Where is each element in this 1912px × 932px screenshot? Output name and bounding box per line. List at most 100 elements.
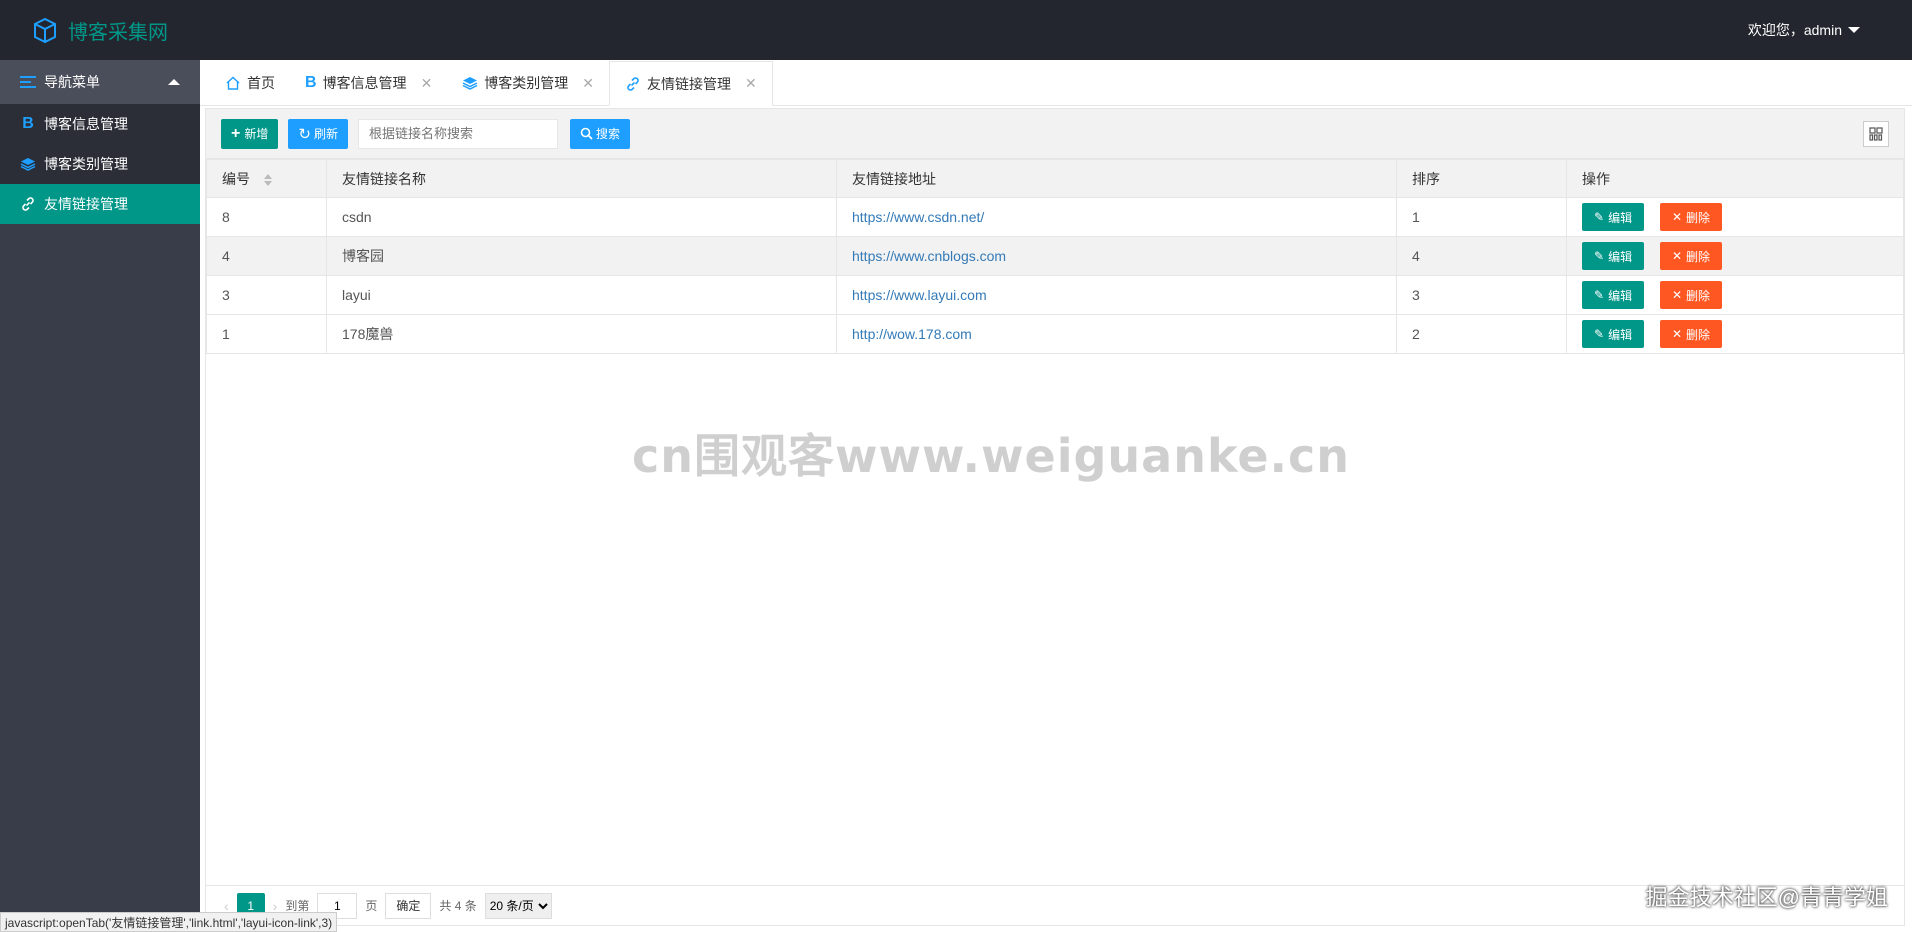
table-row: 3 layui https://www.layui.com 3 ✎ 编辑 ✕ 删除 (206, 275, 1904, 315)
edit-button-label: 编辑 (1608, 210, 1633, 225)
refresh-button-label: 刷新 (313, 127, 338, 141)
tab-label: 首页 (247, 75, 275, 91)
sidebar-item-label: 博客信息管理 (44, 116, 128, 132)
caret-up-icon (168, 79, 180, 85)
column-header-url: 友情链接地址 (836, 159, 1397, 198)
cell-id: 3 (206, 275, 327, 315)
menu-icon (20, 75, 36, 89)
welcome-text: 欢迎您，admin (1747, 22, 1842, 38)
tab-label: 友情链接管理 (647, 75, 732, 92)
close-icon: ✕ (1671, 210, 1683, 224)
pencil-icon: ✎ (1594, 249, 1605, 263)
close-icon: ✕ (1671, 288, 1683, 302)
page-unit-label: 页 (365, 899, 378, 913)
user-menu[interactable]: 欢迎您，admin (1748, 20, 1860, 40)
close-icon: ✕ (1671, 249, 1683, 263)
tab-friend-links[interactable]: 友情链接管理 ✕ (609, 61, 773, 106)
add-button[interactable]: + 新增 (221, 118, 279, 149)
sidebar: 导航菜单 B 博客信息管理 博客类别管理 友情链接管理 (0, 60, 200, 932)
close-icon: ✕ (1671, 327, 1683, 341)
tab-bar: 首页 B 博客信息管理 ✕ 博客类别管理 ✕ 友情链接管理 ✕ (200, 60, 1912, 106)
column-header-actions: 操作 (1566, 159, 1904, 198)
url-link[interactable]: https://www.cnblogs.com (852, 248, 1006, 264)
layers-icon (462, 76, 478, 90)
search-input[interactable] (357, 118, 558, 149)
link-icon (625, 76, 641, 92)
b-letter-icon: B (22, 115, 34, 132)
tab-blog-info[interactable]: B 博客信息管理 ✕ (290, 61, 447, 105)
edit-button[interactable]: ✎ 编辑 (1582, 281, 1645, 309)
edit-button[interactable]: ✎ 编辑 (1582, 203, 1645, 231)
tab-home[interactable]: 首页 (210, 61, 290, 105)
caret-down-icon (1848, 27, 1860, 33)
cell-order: 1 (1396, 197, 1567, 237)
sidebar-item-blog-info[interactable]: B 博客信息管理 (0, 104, 200, 144)
cell-id: 8 (206, 197, 327, 237)
column-header-label: 编号 (222, 170, 250, 187)
sidebar-item-blog-category[interactable]: 博客类别管理 (0, 144, 200, 184)
page-size-select[interactable]: 20 条/页 (484, 892, 552, 919)
delete-button-label: 删除 (1686, 210, 1711, 225)
tab-label: 博客信息管理 (322, 75, 407, 91)
content-panel: + 新增 ↻ 刷新 搜索 编号 (205, 108, 1905, 926)
sidebar-head-label: 导航菜单 (44, 74, 100, 90)
close-icon[interactable]: ✕ (582, 75, 594, 92)
total-count: 共 4 条 (439, 899, 477, 913)
url-link[interactable]: http://wow.178.com (852, 326, 972, 342)
cell-actions: ✎ 编辑 ✕ 删除 (1566, 275, 1904, 315)
url-link[interactable]: https://www.layui.com (852, 287, 987, 303)
cell-url: http://wow.178.com (836, 314, 1397, 354)
sidebar-item-label: 友情链接管理 (44, 196, 128, 212)
tab-blog-category[interactable]: 博客类别管理 ✕ (447, 61, 609, 105)
logo[interactable]: 博客采集网 (0, 15, 200, 45)
delete-button[interactable]: ✕ 删除 (1659, 320, 1723, 348)
pencil-icon: ✎ (1594, 327, 1605, 341)
close-icon[interactable]: ✕ (745, 75, 757, 92)
url-link[interactable]: https://www.csdn.net/ (852, 209, 984, 225)
edit-button[interactable]: ✎ 编辑 (1582, 242, 1645, 270)
watermark: cn围观客www.weiguanke.cn (632, 429, 1351, 483)
delete-button-label: 删除 (1686, 327, 1711, 342)
sidebar-item-label: 博客类别管理 (44, 156, 128, 172)
table-row: 4 博客园 https://www.cnblogs.com 4 ✎ 编辑 ✕ 删除 (206, 236, 1904, 276)
sidebar-nav-header[interactable]: 导航菜单 (0, 60, 200, 104)
edit-button[interactable]: ✎ 编辑 (1582, 320, 1645, 348)
toolbar: + 新增 ↻ 刷新 搜索 (206, 109, 1904, 159)
column-header-id[interactable]: 编号 (206, 159, 327, 198)
cell-id: 4 (206, 236, 327, 276)
links-table: 编号 友情链接名称 友情链接地址 排序 操作 8 csdn https://ww… (206, 159, 1904, 354)
refresh-icon: ↻ (298, 125, 311, 143)
cell-order: 3 (1396, 275, 1567, 315)
cell-url: https://www.cnblogs.com (836, 236, 1397, 276)
search-icon (580, 127, 593, 140)
pencil-icon: ✎ (1594, 210, 1605, 224)
cell-url: https://www.layui.com (836, 275, 1397, 315)
columns-toggle-icon[interactable] (1863, 120, 1889, 147)
home-icon (225, 76, 241, 90)
pencil-icon: ✎ (1594, 288, 1605, 302)
sort-icon[interactable] (263, 173, 272, 186)
cell-actions: ✎ 编辑 ✕ 删除 (1566, 197, 1904, 237)
cell-order: 4 (1396, 236, 1567, 276)
delete-button[interactable]: ✕ 删除 (1659, 281, 1723, 309)
link-icon (20, 196, 36, 212)
table-row: 1 178魔兽 http://wow.178.com 2 ✎ 编辑 ✕ 删除 (206, 314, 1904, 354)
delete-button[interactable]: ✕ 删除 (1659, 203, 1723, 231)
search-button[interactable]: 搜索 (569, 118, 630, 149)
cube-logo-icon (34, 17, 56, 44)
delete-button[interactable]: ✕ 删除 (1659, 242, 1723, 270)
delete-button-label: 删除 (1686, 249, 1711, 264)
close-icon[interactable]: ✕ (421, 75, 433, 92)
table-header-row: 编号 友情链接名称 友情链接地址 排序 操作 (206, 159, 1904, 198)
add-button-label: 新增 (244, 127, 269, 141)
cell-order: 2 (1396, 314, 1567, 354)
top-header: 博客采集网 欢迎您，admin (0, 0, 1912, 60)
confirm-button[interactable]: 确定 (385, 892, 432, 919)
corner-watermark: 掘金技术社区@青青学姐 (1645, 885, 1888, 910)
refresh-button[interactable]: ↻ 刷新 (288, 118, 348, 149)
cell-id: 1 (206, 314, 327, 354)
sidebar-item-friend-links[interactable]: 友情链接管理 (0, 184, 200, 224)
cell-name: 博客园 (326, 236, 837, 276)
search-button-label: 搜索 (595, 127, 620, 141)
column-header-name: 友情链接名称 (326, 159, 837, 198)
